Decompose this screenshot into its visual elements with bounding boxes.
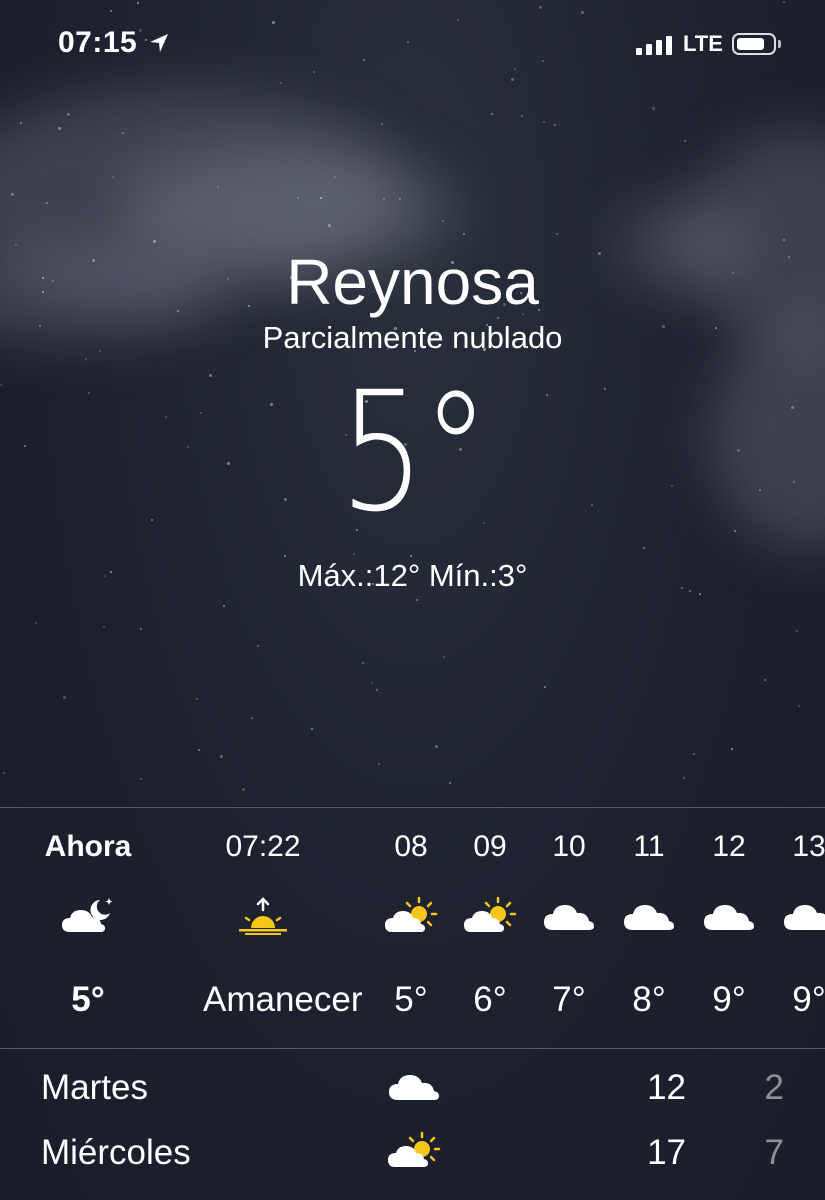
star [416,599,418,601]
status-time: 07:15 [58,26,138,59]
star [543,121,545,123]
star [320,197,322,199]
day-name: Martes [41,1068,148,1107]
cloud-icon [781,896,825,936]
star [67,113,70,116]
star [353,553,355,555]
hour-temp: Amanecer [203,980,363,1019]
star [362,662,364,664]
star [796,630,798,632]
star [140,628,142,630]
hour-label: Ahora [44,830,132,863]
cloud-icon [541,896,597,936]
star [376,689,378,691]
star [643,547,645,549]
star [383,198,385,200]
daily-row: Miércoles 17 7 [0,1131,825,1193]
star [3,772,5,774]
star [443,656,445,658]
star [684,140,686,142]
hourly-forecast[interactable]: Ahora 5° 07:22 Amanecer 08 5° 09 6° 10 7… [0,808,825,1048]
sun-cloud-icon [383,896,439,936]
star [217,186,219,188]
star [491,113,493,115]
cloud-icon [621,896,677,936]
star [371,682,373,684]
star [311,728,313,730]
city-name: Reynosa [286,246,539,318]
cloud-icon [701,896,757,936]
star [463,233,465,235]
signal-icon [636,36,672,55]
cloud-icon [386,1066,442,1110]
star [196,698,198,700]
day-high-temp: 17 [647,1133,686,1172]
star [153,240,156,243]
star [442,220,444,222]
star [683,777,685,779]
star [556,233,558,235]
star [449,782,451,784]
star [731,748,733,750]
star [284,555,286,557]
location-arrow-icon [150,34,168,52]
star [764,679,766,681]
star [652,107,655,110]
star [103,626,105,628]
sun-cloud-icon [386,1131,442,1175]
status-bar: 07:15 LTE [0,0,825,90]
star [35,622,37,624]
star [242,788,245,791]
star [11,193,14,196]
star [85,358,87,360]
star [220,755,223,758]
star [122,132,124,134]
star [223,605,225,607]
star [46,202,48,204]
star [334,176,336,178]
star [297,197,299,199]
hour-label: 07:22 [225,830,301,863]
star [198,749,200,751]
day-high-temp: 12 [647,1068,686,1107]
star [521,115,523,117]
battery-icon [732,33,776,55]
high-low-temperature: Máx.:12° Mín.:3° [297,558,528,593]
battery-tip [778,40,781,48]
sun-cloud-icon [462,896,518,936]
moon-cloud-icon [60,896,116,936]
star [798,705,800,707]
sunrise-icon [235,896,291,936]
star [435,745,438,748]
day-name: Miércoles [41,1133,191,1172]
hour-temp: 5° [71,980,105,1019]
star [381,123,383,125]
star [693,753,695,755]
hour-temp: 9° [792,980,825,1019]
star [112,176,114,178]
current-temperature: 5° [338,356,489,548]
star [140,778,142,780]
star [328,224,331,227]
star [20,122,22,124]
star [58,127,61,130]
daily-row: Martes 12 2 [0,1068,825,1128]
day-low-temp: 7 [764,1133,784,1172]
hourly-bottom-divider [0,1048,825,1049]
star [410,555,412,557]
star [783,239,785,241]
star [257,645,259,647]
star [251,717,253,719]
star [378,763,380,765]
day-low-temp: 2 [764,1068,784,1107]
star [399,198,401,200]
star [63,696,66,699]
star [544,686,546,688]
weather-condition: Parcialmente nublado [262,320,563,355]
network-label: LTE [683,31,723,56]
hour-label: 13 [792,830,825,863]
star [554,124,556,126]
